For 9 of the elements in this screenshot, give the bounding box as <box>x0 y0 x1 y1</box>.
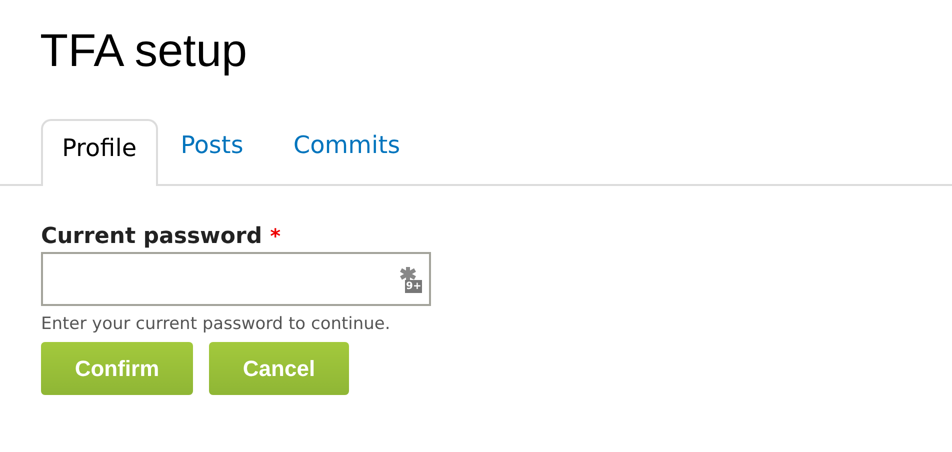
tab[interactable]: Profile <box>41 119 158 186</box>
page-title: TFA setup <box>40 23 248 78</box>
tab[interactable]: Commits <box>270 119 424 184</box>
field-description: Enter your current password to continue. <box>41 313 392 336</box>
field-label: Current password <box>41 223 262 251</box>
password-field[interactable]: 9+ <box>41 252 431 306</box>
tab[interactable]: Posts <box>158 119 266 184</box>
required-mark: * <box>270 223 281 250</box>
count-badge: 9+ <box>405 280 422 293</box>
